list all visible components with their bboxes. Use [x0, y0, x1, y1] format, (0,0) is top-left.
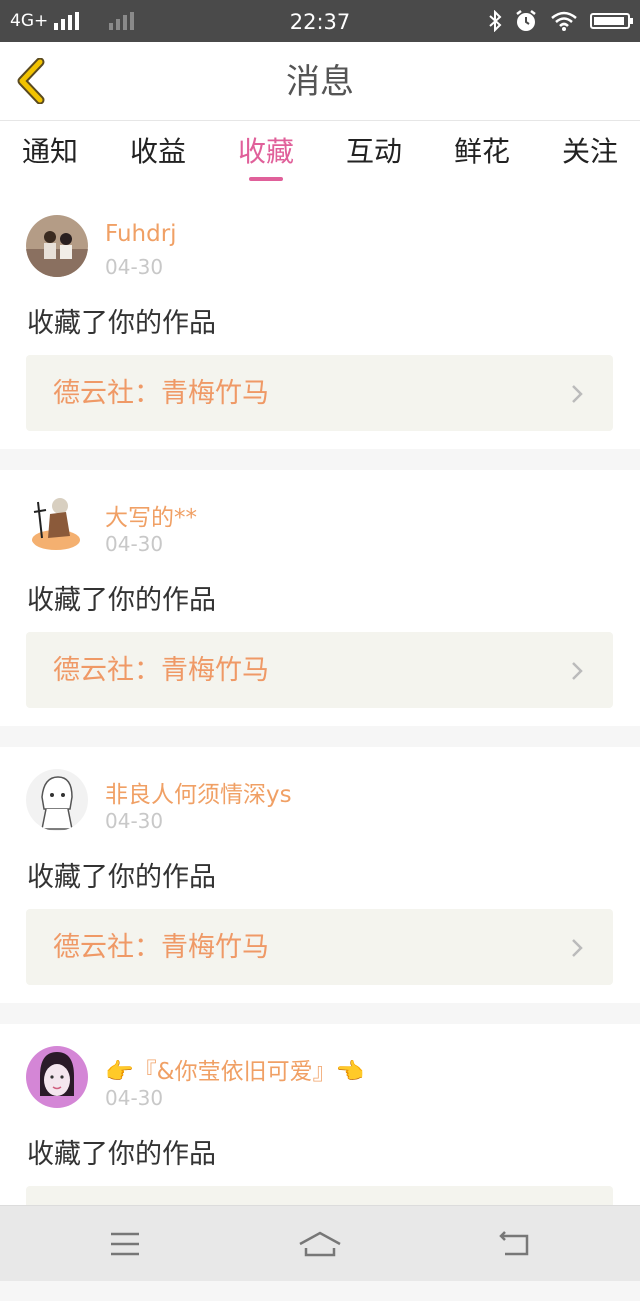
notification-card: 非良人何须情深ys 04-30 收藏了你的作品 德云社：青梅竹马 — [0, 747, 640, 1003]
tab-favorites[interactable]: 收藏 — [236, 121, 296, 193]
tab-bar: 通知 收益 收藏 互动 鲜花 关注 — [0, 121, 640, 193]
tab-flowers[interactable]: 鲜花 — [452, 121, 512, 193]
work-title: 德云社：青梅竹马 — [53, 378, 269, 409]
menu-icon — [111, 1232, 139, 1255]
status-bar: 4G+ 22:37 — [0, 0, 640, 42]
chevron-right-icon — [572, 385, 583, 403]
action-text: 收藏了你的作品 — [27, 1139, 216, 1170]
notification-date: 04-30 — [105, 255, 164, 279]
avatar[interactable] — [26, 769, 88, 831]
work-link[interactable]: 德云社：青梅竹马 — [26, 909, 613, 985]
system-nav-bar — [0, 1205, 640, 1281]
tab-notifications[interactable]: 通知 — [20, 121, 80, 193]
header: 消息 — [0, 42, 640, 121]
alarm-icon — [516, 10, 536, 31]
work-title: 德云社：青梅竹马 — [53, 655, 269, 686]
notification-list: Fuhdrj 04-30 收藏了你的作品 德云社：青梅竹马 大写的** 04-3… — [0, 193, 640, 1301]
tab-label: 鲜花 — [453, 135, 510, 168]
tab-label: 通知 — [21, 135, 78, 168]
active-tab-indicator — [249, 177, 283, 181]
avatar[interactable] — [26, 492, 88, 554]
home-icon — [299, 1231, 341, 1256]
bluetooth-icon — [489, 10, 502, 32]
battery-icon — [590, 13, 633, 29]
avatar[interactable] — [26, 215, 88, 277]
page-title: 消息 — [286, 62, 354, 102]
chevron-right-icon — [572, 939, 583, 957]
wifi-icon — [551, 11, 577, 31]
tab-following[interactable]: 关注 — [560, 121, 620, 193]
notification-card: Fuhdrj 04-30 收藏了你的作品 德云社：青梅竹马 — [0, 193, 640, 449]
back-nav-button[interactable] — [455, 1206, 575, 1281]
tab-label: 互动 — [345, 135, 402, 168]
action-text: 收藏了你的作品 — [27, 308, 216, 339]
user-name[interactable]: 大写的** — [105, 498, 197, 532]
avatar[interactable] — [26, 1046, 88, 1108]
tab-interactions[interactable]: 互动 — [344, 121, 404, 193]
work-link[interactable]: 德云社：青梅竹马 — [26, 632, 613, 708]
chevron-left-icon — [17, 57, 45, 105]
action-text: 收藏了你的作品 — [27, 862, 216, 893]
user-name[interactable]: 非良人何须情深ys — [105, 775, 292, 809]
user-name[interactable]: Fuhdrj — [105, 221, 177, 247]
notification-date: 04-30 — [105, 532, 164, 556]
back-button[interactable] — [14, 57, 54, 105]
tab-earnings[interactable]: 收益 — [128, 121, 188, 193]
tab-label: 收藏 — [237, 135, 294, 168]
notification-date: 04-30 — [105, 1086, 164, 1110]
work-link[interactable]: 德云社：青梅竹马 — [26, 355, 613, 431]
notification-date: 04-30 — [105, 809, 164, 833]
status-right — [488, 0, 633, 42]
tab-label: 关注 — [561, 135, 618, 168]
chevron-right-icon — [572, 662, 583, 680]
action-text: 收藏了你的作品 — [27, 585, 216, 616]
back-icon — [499, 1230, 529, 1255]
tab-label: 收益 — [129, 135, 186, 168]
user-name[interactable]: 👉『&你莹依旧可爱』👈 — [105, 1052, 364, 1086]
work-title: 德云社：青梅竹马 — [53, 932, 269, 963]
notification-card: 大写的** 04-30 收藏了你的作品 德云社：青梅竹马 — [0, 470, 640, 726]
home-button[interactable] — [260, 1206, 380, 1281]
menu-button[interactable] — [65, 1206, 185, 1281]
